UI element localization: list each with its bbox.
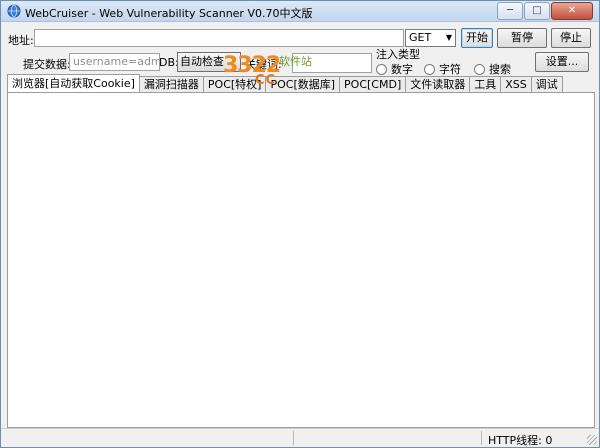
url-input[interactable]: [34, 29, 404, 47]
title-bar: WebCruiser - Web Vulnerability Scanner V…: [1, 1, 599, 22]
window-controls: ─ □ ✕: [497, 2, 593, 20]
tab-tools[interactable]: 工具: [469, 76, 502, 92]
status-divider: [293, 431, 294, 445]
maximize-button[interactable]: □: [524, 2, 550, 20]
radio-icon: [376, 63, 387, 75]
radio-number-label: 数字: [391, 63, 413, 76]
minimize-button[interactable]: ─: [497, 2, 523, 20]
radio-icon: [424, 63, 435, 75]
close-button[interactable]: ✕: [551, 2, 593, 20]
app-window: WebCruiser - Web Vulnerability Scanner V…: [0, 0, 600, 448]
radio-string[interactable]: 字符: [424, 61, 461, 77]
watermark-suffix: CC: [255, 73, 277, 88]
url-label: 地址:: [8, 34, 34, 47]
radio-number[interactable]: 数字: [376, 61, 413, 77]
post-data-input[interactable]: username=admin: [69, 53, 160, 71]
tab-scanner[interactable]: 漏洞扫描器: [138, 76, 204, 92]
status-bar: HTTP线程: 0: [1, 428, 599, 447]
window-title: WebCruiser - Web Vulnerability Scanner V…: [25, 7, 313, 20]
tab-browser[interactable]: 浏览器[自动获取Cookie]: [7, 74, 140, 92]
db-label: DB:: [159, 56, 179, 69]
inject-type-group: 注入类型 数字 字符 搜索: [374, 46, 522, 76]
resize-grip-icon[interactable]: [587, 435, 597, 445]
post-data-label: 提交数据:: [23, 58, 71, 71]
radio-string-label: 字符: [439, 63, 461, 76]
close-icon: ✕: [567, 5, 577, 16]
settings-button[interactable]: 设置...: [535, 52, 589, 72]
watermark-logo: 3322 软件站 CC: [223, 51, 323, 91]
tab-xss[interactable]: XSS: [500, 76, 532, 92]
tab-file-reader[interactable]: 文件读取器: [405, 76, 471, 92]
app-globe-icon: [7, 4, 21, 18]
chevron-down-icon: ▼: [445, 33, 452, 42]
method-value: GET: [409, 31, 432, 44]
stop-button[interactable]: 停止: [551, 28, 591, 48]
browser-panel[interactable]: [7, 92, 595, 428]
watermark-text: 软件站: [279, 55, 312, 68]
tab-debug[interactable]: 调试: [530, 76, 563, 92]
pause-button[interactable]: 暂停: [497, 28, 547, 48]
maximize-icon: □: [532, 5, 542, 16]
http-threads-status: HTTP线程: 0: [488, 434, 553, 447]
radio-search[interactable]: 搜索: [474, 61, 511, 77]
radio-search-label: 搜索: [489, 63, 511, 76]
method-select[interactable]: GET ▼: [405, 29, 456, 47]
minimize-icon: ─: [506, 5, 514, 16]
inject-type-label: 注入类型: [376, 48, 420, 61]
status-divider: [481, 431, 482, 445]
tab-poc-cmd[interactable]: POC[CMD]: [339, 76, 407, 92]
start-button[interactable]: 开始: [461, 28, 493, 48]
radio-icon: [474, 63, 485, 75]
